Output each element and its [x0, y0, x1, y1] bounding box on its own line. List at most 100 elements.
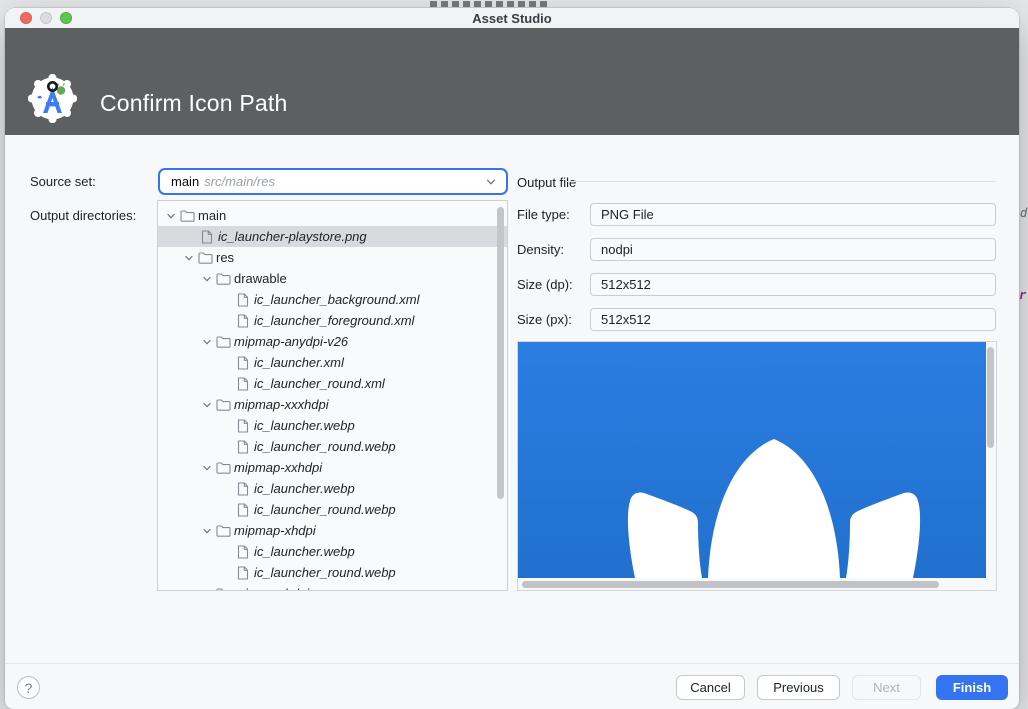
tree-file-ic_launcher.webp[interactable]: ic_launcher.webp: [158, 541, 507, 562]
chevron-expanded-icon[interactable]: [200, 462, 214, 474]
tree-node-label: main: [198, 208, 226, 223]
tree-folder-mipmap-anydpi-v26[interactable]: mipmap-anydpi-v26: [158, 331, 507, 352]
field-value-density: nodpi: [590, 238, 996, 261]
chevron-expanded-icon[interactable]: [164, 210, 178, 222]
file-icon: [234, 440, 252, 454]
folder-icon: [214, 272, 232, 285]
finish-button[interactable]: Finish: [936, 675, 1008, 700]
source-set-path-hint: src/main/res: [204, 174, 275, 189]
file-icon: [234, 419, 252, 433]
preview-vertical-scrollbar[interactable]: [987, 347, 994, 448]
chevron-expanded-icon[interactable]: [200, 336, 214, 348]
field-label-filetype: File type:: [517, 207, 570, 222]
tree-node-label: ic_launcher_foreground.xml: [254, 313, 414, 328]
field-label-sizedp: Size (dp):: [517, 277, 573, 292]
tree-node-label: ic_launcher_round.xml: [254, 376, 385, 391]
tree-node-label: mipmap-anydpi-v26: [234, 334, 348, 349]
field-value-filetype: PNG File: [590, 203, 996, 226]
tree-node-label: ic_launcher_background.xml: [254, 292, 419, 307]
tree-folder-mipmap-hdpi[interactable]: mipmap-hdpi: [158, 583, 507, 591]
tree-folder-mipmap-xhdpi[interactable]: mipmap-xhdpi: [158, 520, 507, 541]
tree-file-ic_launcher.webp[interactable]: ic_launcher.webp: [158, 415, 507, 436]
file-icon: [234, 356, 252, 370]
folder-icon: [214, 524, 232, 537]
chevron-expanded-icon[interactable]: [200, 273, 214, 285]
android-studio-logo-icon: [28, 74, 77, 128]
tree-folder-mipmap-xxhdpi[interactable]: mipmap-xxhdpi: [158, 457, 507, 478]
folder-icon: [214, 461, 232, 474]
tree-node-label: ic_launcher.xml: [254, 355, 344, 370]
tree-folder-mipmap-xxxhdpi[interactable]: mipmap-xxxhdpi: [158, 394, 507, 415]
tree-vertical-scrollbar[interactable]: [497, 207, 504, 499]
field-label-density: Density:: [517, 242, 564, 257]
tree-file-ic_launcher_background.xml[interactable]: ic_launcher_background.xml: [158, 289, 507, 310]
tree-folder-drawable[interactable]: drawable: [158, 268, 507, 289]
folder-icon: [196, 251, 214, 264]
tree-node-label: mipmap-hdpi: [234, 586, 309, 591]
tree-folder-res[interactable]: res: [158, 247, 507, 268]
tree-file-ic_launcher_round.webp[interactable]: ic_launcher_round.webp: [158, 436, 507, 457]
field-value-sizepx: 512x512: [590, 308, 996, 331]
tree-file-ic_launcher_foreground.xml[interactable]: ic_launcher_foreground.xml: [158, 310, 507, 331]
tree-file-ic_launcher.xml[interactable]: ic_launcher.xml: [158, 352, 507, 373]
field-value-sizedp: 512x512: [590, 273, 996, 296]
cancel-button[interactable]: Cancel: [676, 675, 745, 700]
tree-rows: main ic_launcher-playstore.pngresdrawable…: [158, 205, 507, 591]
tree-node-label: mipmap-xhdpi: [234, 523, 316, 538]
file-icon: [198, 230, 216, 244]
tree-folder-main[interactable]: main: [158, 205, 507, 226]
source-set-label: Source set:: [30, 174, 96, 189]
tree-node-label: ic_launcher.webp: [254, 544, 355, 559]
folder-icon: [214, 398, 232, 411]
asset-studio-dialog: Asset Studio: [5, 8, 1019, 709]
file-icon: [234, 314, 252, 328]
previous-button[interactable]: Previous: [757, 675, 840, 700]
wizard-step-title: Confirm Icon Path: [100, 90, 287, 117]
file-icon: [234, 482, 252, 496]
tree-file-ic_launcher_round.webp[interactable]: ic_launcher_round.webp: [158, 562, 507, 583]
source-set-combobox[interactable]: main src/main/res: [158, 168, 508, 195]
folder-icon: [178, 209, 196, 222]
file-icon: [234, 503, 252, 517]
chevron-down-icon[interactable]: [484, 175, 498, 189]
chevron-expanded-icon[interactable]: [200, 399, 214, 411]
tree-node-label: ic_launcher_round.webp: [254, 565, 396, 580]
chevron-expanded-icon[interactable]: [200, 588, 214, 592]
launcher-icon-preview-image: [518, 342, 986, 578]
folder-icon: [214, 335, 232, 348]
tree-node-label: res: [216, 250, 234, 265]
file-icon: [234, 545, 252, 559]
tree-node-label: ic_launcher_round.webp: [254, 439, 396, 454]
chevron-expanded-icon[interactable]: [200, 525, 214, 537]
background-editor-fragment-d: d: [1020, 206, 1027, 220]
help-button[interactable]: ?: [17, 676, 40, 699]
output-file-section-title: Output file: [517, 175, 576, 190]
file-icon: [234, 293, 252, 307]
preview-horizontal-scrollbar[interactable]: [522, 581, 939, 588]
section-divider: [567, 181, 996, 182]
folder-icon: [214, 587, 232, 591]
dialog-titlebar[interactable]: Asset Studio: [5, 8, 1019, 28]
tree-node-label: mipmap-xxhdpi: [234, 460, 322, 475]
tree-file-ic_launcher.webp[interactable]: ic_launcher.webp: [158, 478, 507, 499]
background-window-title-fragment: [430, 1, 548, 7]
tree-node-label: drawable: [234, 271, 287, 286]
output-directories-tree[interactable]: main ic_launcher-playstore.pngresdrawable…: [157, 200, 508, 591]
background-editor-fragment-r: r: [1019, 288, 1026, 302]
footer-divider: [5, 663, 1019, 664]
tree-file-ic_launcher_round.xml[interactable]: ic_launcher_round.xml: [158, 373, 507, 394]
icon-preview-panel[interactable]: [517, 341, 997, 591]
field-label-sizepx: Size (px):: [517, 312, 572, 327]
tree-node-label: ic_launcher-playstore.png: [218, 229, 367, 244]
tree-file-ic_launcher_round.webp[interactable]: ic_launcher_round.webp: [158, 499, 507, 520]
chevron-expanded-icon[interactable]: [182, 252, 196, 264]
tree-file-ic_launcher-playstore.png[interactable]: ic_launcher-playstore.png: [158, 226, 507, 247]
file-icon: [234, 377, 252, 391]
next-button: Next: [852, 675, 921, 700]
output-directories-label: Output directories:: [30, 208, 136, 223]
tree-node-label: ic_launcher.webp: [254, 418, 355, 433]
wizard-header: Confirm Icon Path: [5, 28, 1019, 135]
tree-node-label: mipmap-xxxhdpi: [234, 397, 329, 412]
window-title: Asset Studio: [5, 11, 1019, 26]
background-window-strip: [0, 0, 1028, 8]
